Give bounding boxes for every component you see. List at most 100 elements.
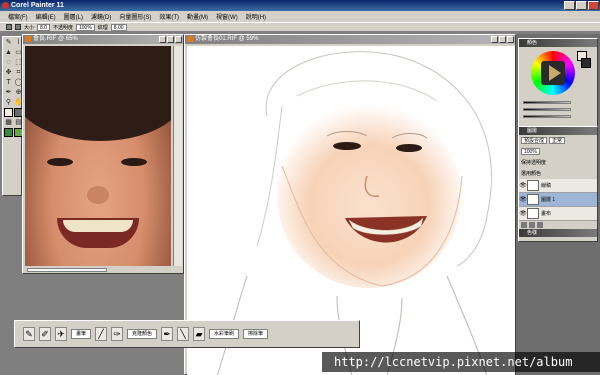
menu-edit[interactable]: 編輯(E) <box>36 12 56 21</box>
hue-slider-row[interactable] <box>523 99 595 105</box>
color-panel: 顏色 <box>518 38 598 130</box>
photo-nose <box>87 186 109 204</box>
layer-row[interactable]: 👁 圖層 1 <box>519 193 597 207</box>
photo-vertical-scrollbar[interactable] <box>173 46 182 266</box>
property-bar: 大小 8.0 不透明度 100% 紋理 8.00 <box>0 22 600 32</box>
eye-icon[interactable]: 👁 <box>519 196 527 203</box>
saturation-slider-row[interactable] <box>523 106 595 112</box>
photo-right-eye <box>121 158 147 166</box>
move-tool-icon[interactable]: ✥ <box>4 68 13 77</box>
layer-mask-icon[interactable] <box>529 222 535 228</box>
paper-selector-icon[interactable]: ▦ <box>4 118 13 127</box>
sketch-window-title: 仿製會長01.RIF @ 59% <box>185 35 515 44</box>
opacity-field[interactable]: 100% <box>75 23 95 31</box>
size-field[interactable]: 8.0 <box>37 23 50 31</box>
menu-file[interactable]: 檔案(F) <box>8 12 28 21</box>
pencil-brush-icon[interactable]: ✎ <box>23 327 35 341</box>
opacity-label: 不透明度 <box>52 24 73 31</box>
right-panel-dock: 顏色 圖層 預設合成 正常 100% 保持透明度 選用顏色 👁 線稿 👁 圖層 … <box>516 34 600 375</box>
layer-opacity-field[interactable]: 100% <box>521 148 540 155</box>
layer-row[interactable]: 👁 線稿 <box>519 179 597 193</box>
secondary-color-swatch-panel[interactable] <box>581 58 591 68</box>
menu-effects[interactable]: 效果(T) <box>159 12 179 21</box>
swatches-panel-title[interactable]: 色樣 <box>519 229 597 237</box>
color-panel-title[interactable]: 顏色 <box>519 39 597 47</box>
watercolor-brush-icon[interactable]: ✒ <box>161 327 174 341</box>
blender-brush-icon[interactable]: ╲ <box>177 327 190 341</box>
layer-row[interactable]: 👁 畫布 <box>519 207 597 221</box>
brush-label-4[interactable]: 擦除筆 <box>243 329 269 339</box>
menu-window[interactable]: 視窗(W) <box>216 12 238 21</box>
reset-tool-icon[interactable] <box>15 24 21 30</box>
photo-minimize-button[interactable] <box>159 36 166 43</box>
pick-color-option[interactable]: 選用顏色 <box>521 170 541 177</box>
minimize-button[interactable] <box>564 1 575 10</box>
app-title-bar: Corel Painter 11 <box>0 0 600 11</box>
preserve-transparency-option[interactable]: 保持透明度 <box>521 159 546 166</box>
layer-footer-tools <box>519 221 597 229</box>
album-url-watermark: http://lccnetvip.pixnet.net/album <box>322 352 600 372</box>
blend-method-select[interactable]: 正常 <box>549 137 566 144</box>
brush-preset-icon[interactable] <box>6 24 12 30</box>
eye-icon[interactable]: 👁 <box>519 182 527 189</box>
color-triangle-icon <box>548 65 561 81</box>
photo-hair <box>25 46 171 141</box>
app-title: Corel Painter 11 <box>11 2 64 9</box>
menu-bar: 檔案(F) 編輯(E) 圖層(L) 濾鏡(D) 向量圖形(S) 效果(T) 動畫… <box>0 11 600 22</box>
layer-name: 畫布 <box>541 211 552 217</box>
saturation-value-area[interactable] <box>541 61 565 85</box>
color-swatches[interactable] <box>577 51 591 71</box>
composite-method-select[interactable]: 預設合成 <box>521 137 548 144</box>
layer-name: 圖層 1 <box>541 197 556 203</box>
photo-teeth <box>63 220 133 232</box>
menu-shapes[interactable]: 向量圖形(S) <box>119 12 151 21</box>
color-wheel[interactable] <box>531 51 575 95</box>
layer-name: 線稿 <box>541 183 552 189</box>
chalk-brush-icon[interactable]: ✐ <box>39 327 51 341</box>
paint-bucket-icon[interactable]: ▲ <box>4 48 13 57</box>
layer-thumbnail <box>527 194 539 205</box>
brush-label-3[interactable]: 水彩筆刷 <box>209 329 240 339</box>
oil-brush-icon[interactable]: ╱ <box>95 327 108 341</box>
lasso-tool-icon[interactable]: ◌ <box>4 58 13 67</box>
painter-logo-icon <box>2 2 9 9</box>
menu-select[interactable]: 濾鏡(D) <box>91 12 111 21</box>
grain-label: 紋理 <box>97 24 108 31</box>
eye-icon[interactable]: 👁 <box>519 210 527 217</box>
sketch-close-button[interactable] <box>507 36 514 43</box>
menu-help[interactable]: 說明(H) <box>246 12 266 21</box>
text-tool-icon[interactable]: T <box>4 78 13 87</box>
magnifier-icon[interactable]: ⚲ <box>4 98 13 107</box>
brush-label-1[interactable]: 畫筆 <box>71 329 92 339</box>
photo-left-eye <box>47 158 73 166</box>
toolbox: ✎ ⌇ ▲ ▭ ◌ ⬚ ✥ ⌗ T ◯ ✒ ⊕ ⚲ ✋ ▦ ▤ <box>2 36 23 196</box>
maximize-button[interactable] <box>576 1 587 10</box>
photo-close-button[interactable] <box>175 36 182 43</box>
size-label: 大小 <box>24 24 35 31</box>
value-slider-row[interactable] <box>523 113 595 119</box>
layer-thumbnail <box>527 180 539 191</box>
reference-photo-canvas[interactable] <box>25 46 171 266</box>
menu-layers[interactable]: 圖層(L) <box>64 12 83 21</box>
menu-movie[interactable]: 動畫(M) <box>187 12 208 21</box>
pattern-selector-icon[interactable] <box>4 128 13 137</box>
layers-panel-title[interactable]: 圖層 <box>519 127 597 135</box>
layer-thumbnail <box>527 208 539 219</box>
sketch-maximize-button[interactable] <box>499 36 506 43</box>
airbrush-icon[interactable]: ✈ <box>55 327 67 341</box>
main-color-swatch[interactable] <box>4 108 13 117</box>
pen-tool-icon[interactable]: ✒ <box>4 88 13 97</box>
photo-maximize-button[interactable] <box>167 36 174 43</box>
photo-horizontal-scrollbar[interactable] <box>25 266 171 273</box>
grain-field[interactable]: 8.00 <box>110 23 127 31</box>
delete-layer-icon[interactable] <box>537 222 543 228</box>
brush-label-2[interactable]: 克隆顏色 <box>127 329 158 339</box>
color-sliders <box>523 99 595 120</box>
eraser-brush-icon[interactable]: ▰ <box>193 327 206 341</box>
close-button[interactable] <box>588 1 599 10</box>
photo-scroll-track[interactable] <box>27 267 107 272</box>
brush-tool-icon[interactable]: ✎ <box>4 38 13 47</box>
sketch-minimize-button[interactable] <box>491 36 498 43</box>
new-layer-icon[interactable] <box>521 222 527 228</box>
cloner-brush-icon[interactable]: ✑ <box>111 327 124 341</box>
